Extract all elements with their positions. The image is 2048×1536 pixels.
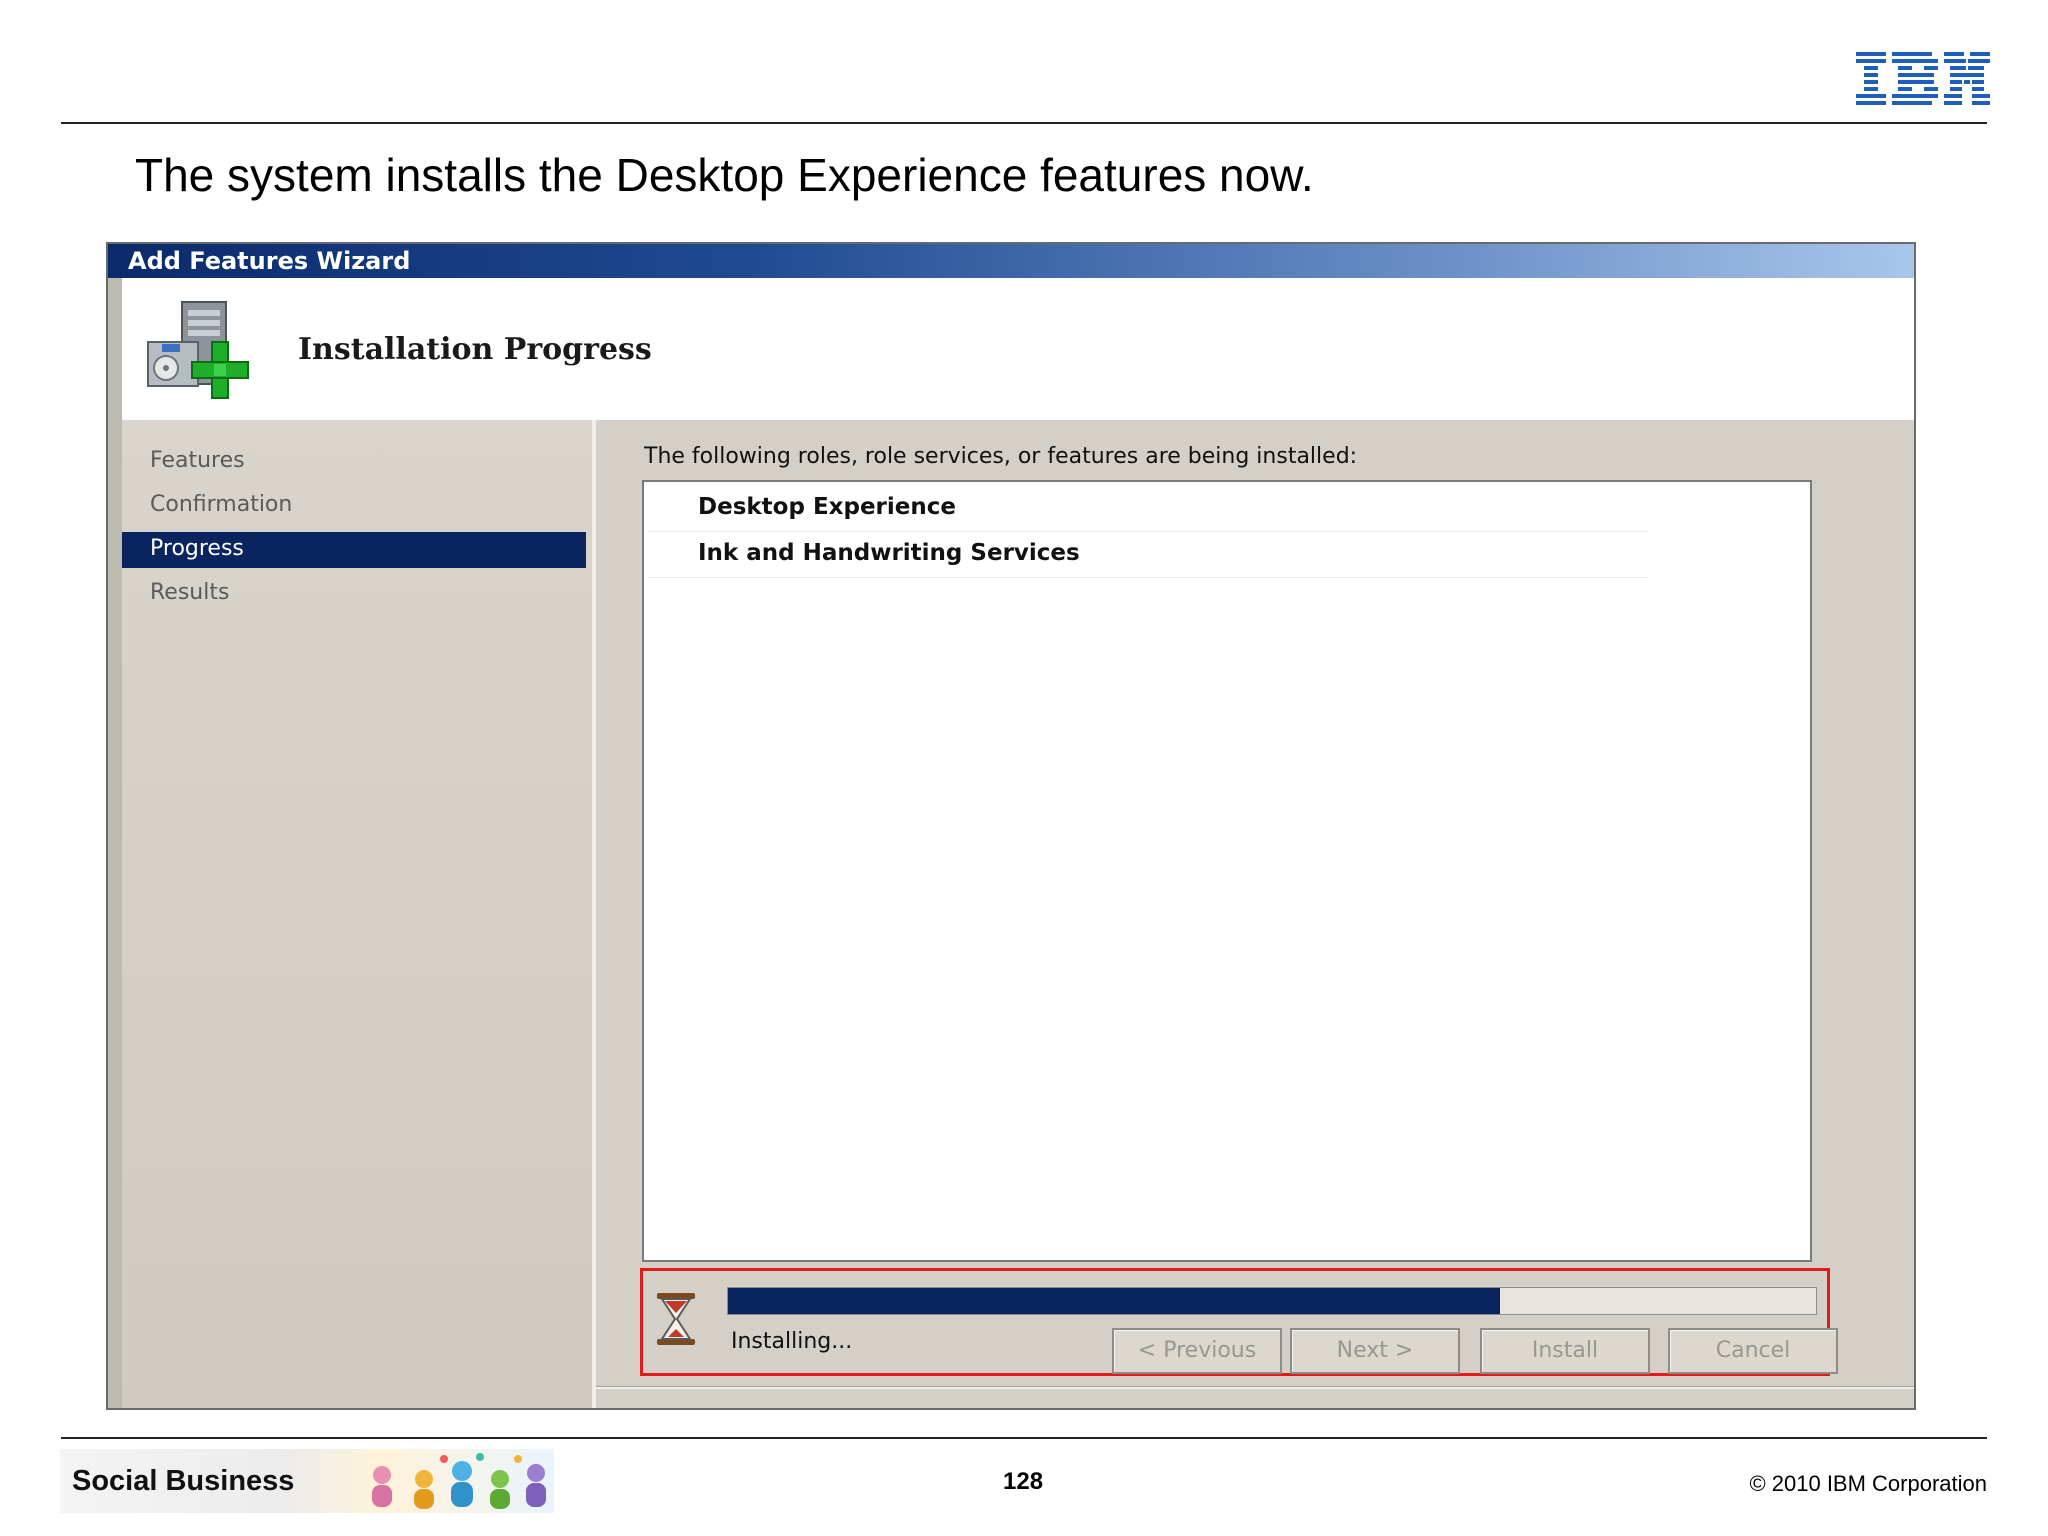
social-business-banner: Social Business <box>60 1449 554 1513</box>
page-number: 128 <box>1003 1468 1044 1495</box>
header-rule <box>61 122 1987 124</box>
list-item[interactable]: Ink and Handwriting Services <box>648 532 1648 578</box>
nav-step-confirmation[interactable]: Confirmation <box>122 488 586 524</box>
hourglass-icon <box>657 1293 695 1345</box>
wizard-content: The following roles, role services, or f… <box>596 420 1914 1408</box>
wizard-steps-nav: Features Confirmation Progress Results <box>122 420 596 1408</box>
server-install-icon <box>147 301 249 399</box>
add-features-wizard-window: Add Features Wizard Installation Progres… <box>106 242 1916 1410</box>
nav-step-progress[interactable]: Progress <box>122 532 586 568</box>
nav-step-features[interactable]: Features <box>122 444 586 480</box>
nav-step-results[interactable]: Results <box>122 576 586 612</box>
page-title: Installation Progress <box>298 332 652 367</box>
window-title: Add Features Wizard <box>128 247 411 275</box>
window-titlebar[interactable]: Add Features Wizard <box>108 244 1914 278</box>
copyright-text: © 2010 IBM Corporation <box>1749 1471 1987 1496</box>
wizard-header: Installation Progress <box>122 278 1914 420</box>
ibm-logo <box>1856 52 1990 105</box>
progress-bar <box>727 1287 1817 1315</box>
installing-features-list[interactable]: Desktop Experience Ink and Handwriting S… <box>642 480 1812 1262</box>
button-separator <box>596 1386 1914 1389</box>
footer-banner-label: Social Business <box>72 1465 295 1497</box>
previous-button[interactable]: < Previous <box>1112 1328 1282 1374</box>
list-item[interactable]: Desktop Experience <box>648 486 1648 532</box>
install-button[interactable]: Install <box>1480 1328 1650 1374</box>
slide-title: The system installs the Desktop Experien… <box>135 149 1314 201</box>
progress-status-text: Installing... <box>731 1329 853 1354</box>
progress-bar-fill <box>728 1288 1501 1314</box>
footer-rule <box>61 1437 1987 1439</box>
people-illustration-icon <box>372 1453 546 1509</box>
window-left-edge <box>108 278 123 1408</box>
cancel-button[interactable]: Cancel <box>1668 1328 1838 1374</box>
next-button[interactable]: Next > <box>1290 1328 1460 1374</box>
content-heading: The following roles, role services, or f… <box>644 444 1358 469</box>
